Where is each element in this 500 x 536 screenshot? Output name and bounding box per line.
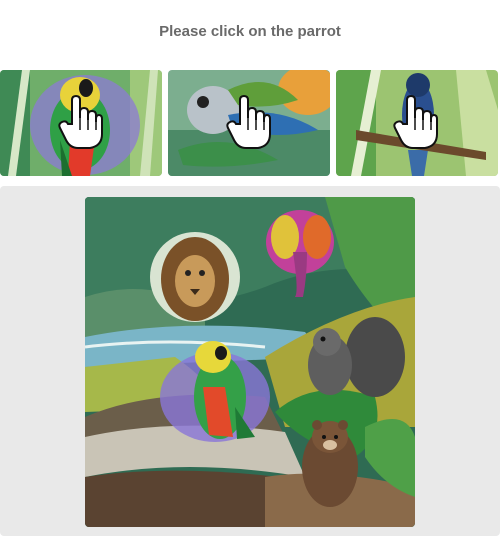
hand-pointer-icon: [393, 94, 438, 149]
lion-tile[interactable]: [145, 232, 245, 327]
parrot-tile[interactable]: [165, 337, 265, 447]
squirrel-tile[interactable]: [300, 317, 410, 402]
captcha-board: [0, 186, 500, 536]
example-images-row: [0, 70, 500, 176]
captcha-instruction: Please click on the parrot: [159, 23, 341, 40]
bear-tile[interactable]: [295, 417, 370, 512]
captcha-scene-image[interactable]: [85, 197, 415, 527]
elephant-tile[interactable]: [265, 207, 340, 302]
hand-pointer-icon: [226, 94, 271, 149]
captcha-page: Please click on the parrot: [0, 0, 500, 536]
hand-pointer-icon: [58, 94, 103, 149]
